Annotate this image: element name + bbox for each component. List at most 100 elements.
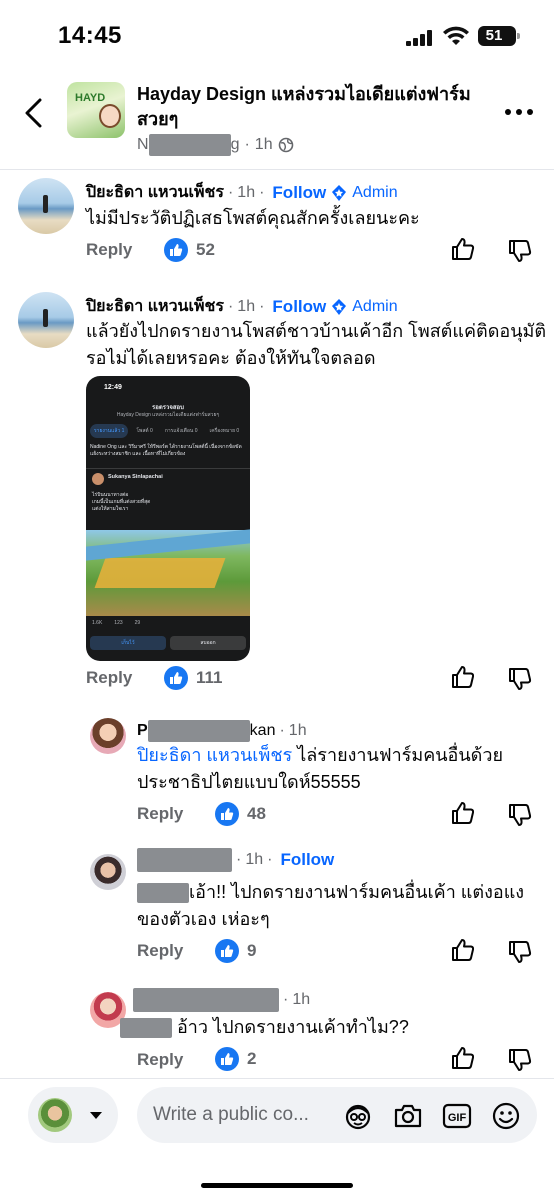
chevron-left-icon[interactable] bbox=[22, 98, 46, 128]
comment-input-box[interactable]: GIF bbox=[137, 1087, 537, 1143]
reply-button[interactable]: Reply bbox=[86, 240, 132, 260]
reaction-count[interactable]: 52 bbox=[164, 238, 215, 262]
reply-button[interactable]: Reply bbox=[86, 668, 132, 688]
reaction-count[interactable]: 111 bbox=[164, 666, 223, 690]
screenshot-post-line: ไร่บินนนาทางต่อ bbox=[92, 492, 129, 498]
reply-header: · 1h bbox=[133, 988, 310, 1012]
group-title[interactable]: Hayday Design แหล่งรวมไอเดียแต่งฟาร์มสวย… bbox=[137, 82, 487, 132]
separator: · bbox=[227, 297, 234, 315]
admin-label: Admin bbox=[352, 297, 398, 315]
screenshot-post-line: แต่งให้สามใจเรา bbox=[92, 506, 129, 512]
battery-icon: 51 bbox=[478, 26, 520, 46]
reply-time: 1h bbox=[245, 851, 264, 868]
screenshot-subtitle: Hayday Design แหล่งรวมไอเดียแต่งฟาร์มสวย… bbox=[116, 412, 220, 418]
thumbs-down-icon[interactable] bbox=[508, 803, 532, 827]
screenshot-keep-button: เก็บไว้ bbox=[90, 636, 166, 650]
commenter-avatar[interactable] bbox=[18, 178, 74, 234]
admin-label: Admin bbox=[352, 183, 398, 201]
status-time: 14:45 bbox=[58, 22, 122, 49]
mention-link[interactable]: ปิยะธิดา แหวนเพ็ชร bbox=[137, 745, 292, 765]
author-name-start[interactable]: N bbox=[137, 136, 149, 154]
redacted-mention bbox=[137, 883, 189, 904]
replier-name-start[interactable]: P bbox=[137, 722, 148, 740]
admin-badge: Admin bbox=[330, 297, 398, 316]
reply-text-line: อ้าว ไปกดรายงานเค้าทำไม?? bbox=[120, 1014, 540, 1041]
redacted-name bbox=[147, 720, 250, 742]
identity-switcher[interactable] bbox=[28, 1087, 118, 1143]
avatar-sticker-icon[interactable] bbox=[343, 1101, 373, 1131]
group-logo-text: HAYD bbox=[75, 92, 106, 104]
reaction-count[interactable]: 2 bbox=[215, 1047, 256, 1071]
thumbs-down-icon[interactable] bbox=[508, 239, 532, 263]
screenshot-stats: 1.6K 123 29 bbox=[92, 620, 140, 626]
thumbs-up-icon[interactable] bbox=[451, 938, 475, 962]
more-horizontal-icon[interactable] bbox=[504, 108, 534, 116]
commenter-avatar[interactable] bbox=[18, 292, 74, 348]
thumbs-down-icon[interactable] bbox=[508, 1048, 532, 1072]
screenshot-farm-image bbox=[86, 530, 250, 616]
thumbs-up-icon[interactable] bbox=[451, 1046, 475, 1070]
group-mascot bbox=[99, 104, 121, 128]
reply-text: อ้าว ไปกดรายงานเค้าทำไม?? bbox=[120, 1014, 540, 1041]
post-time: 1h bbox=[254, 136, 273, 153]
thumbs-up-icon[interactable] bbox=[451, 237, 475, 261]
reply-text-segment: เอ้า!! ไปกดรายงานฟาร์มคนอื่นเค้า แต่งอแง bbox=[189, 882, 525, 902]
reply-button[interactable]: Reply bbox=[137, 1050, 183, 1070]
commenter-name[interactable]: ปิยะธิดา แหวนเพ็ชร bbox=[86, 294, 224, 319]
gif-icon[interactable]: GIF bbox=[442, 1101, 472, 1131]
screenshot-time: 12:49 bbox=[104, 384, 122, 391]
comment-time: 1h bbox=[237, 183, 256, 201]
globe-icon bbox=[278, 137, 293, 153]
like-reaction-icon bbox=[164, 238, 188, 262]
like-count: 52 bbox=[196, 240, 215, 259]
thumbs-up-icon[interactable] bbox=[451, 665, 475, 689]
reaction-count[interactable]: 9 bbox=[215, 939, 256, 963]
my-avatar bbox=[38, 1098, 72, 1132]
post-meta: Ng · 1h bbox=[137, 134, 294, 156]
separator: · bbox=[227, 183, 234, 201]
screenshot-tab: โพสต์ 0 bbox=[136, 428, 153, 434]
thumbs-down-icon[interactable] bbox=[508, 940, 532, 964]
screenshot-tab: รายงานแล้ว 1 bbox=[90, 424, 129, 438]
replier-name-end[interactable]: kan bbox=[250, 722, 276, 740]
emoji-icon[interactable] bbox=[491, 1101, 521, 1131]
commenter-name[interactable]: ปิยะธิดา แหวนเพ็ชร bbox=[86, 180, 224, 205]
cellular-signal-icon bbox=[406, 30, 432, 46]
comment-attached-screenshot[interactable]: 12:49 รอตรวจสอบ Hayday Design แหล่งรวมไอ… bbox=[86, 376, 250, 661]
reply-text-line: ประชาธิปไตยแบบใดห์55555 bbox=[137, 772, 361, 792]
comment-input[interactable] bbox=[153, 1100, 333, 1130]
like-reaction-icon bbox=[215, 939, 239, 963]
reaction-count[interactable]: 48 bbox=[215, 802, 266, 826]
like-reaction-icon bbox=[164, 666, 188, 690]
follow-button[interactable]: Follow bbox=[280, 850, 334, 870]
screenshot-tab: การแจ้งเตือน 0 bbox=[164, 428, 198, 434]
comment-text: ไม่มีประวัติปฏิเสธโพสต์คุณสักครั้งเลยนะค… bbox=[86, 208, 420, 228]
comment-text-line: แล้วยังไปกดรายงานโพสต์ชาวบ้านเค้าอีก โพส… bbox=[86, 321, 547, 341]
author-name-end[interactable]: g bbox=[231, 136, 240, 154]
admin-shield-icon bbox=[332, 298, 347, 315]
camera-icon[interactable] bbox=[393, 1101, 423, 1131]
reply-header: P kan · 1h bbox=[137, 720, 307, 742]
thumbs-down-icon[interactable] bbox=[508, 667, 532, 691]
reply-text-line: ของตัวเอง เห่อะๆ bbox=[137, 909, 270, 929]
separator: · bbox=[259, 297, 265, 315]
thumbs-up-icon[interactable] bbox=[451, 801, 475, 825]
screenshot-user-avatar bbox=[92, 473, 104, 485]
replier-avatar[interactable] bbox=[90, 854, 126, 890]
replier-avatar[interactable] bbox=[90, 718, 126, 754]
separator: · bbox=[259, 183, 265, 201]
screenshot-post-text: ไร่บินนนาทางต่อ เกมนี้เป็นเกมที่แต่งสวยท… bbox=[92, 492, 242, 513]
like-count: 9 bbox=[247, 941, 257, 960]
comment-time: 1h bbox=[237, 297, 256, 315]
reply-button[interactable]: Reply bbox=[137, 941, 183, 961]
redacted-name bbox=[137, 848, 232, 872]
reply-button[interactable]: Reply bbox=[137, 804, 183, 824]
comment-text: แล้วยังไปกดรายงานโพสต์ชาวบ้านเค้าอีก โพส… bbox=[86, 318, 546, 372]
follow-button[interactable]: Follow bbox=[272, 183, 326, 203]
status-bar: 14:45 51 bbox=[0, 0, 554, 70]
like-reaction-icon bbox=[215, 802, 239, 826]
follow-button[interactable]: Follow bbox=[272, 297, 326, 317]
reply-time: 1h bbox=[288, 722, 307, 739]
group-avatar[interactable]: HAYD bbox=[67, 82, 125, 138]
screenshot-divider bbox=[86, 468, 250, 469]
